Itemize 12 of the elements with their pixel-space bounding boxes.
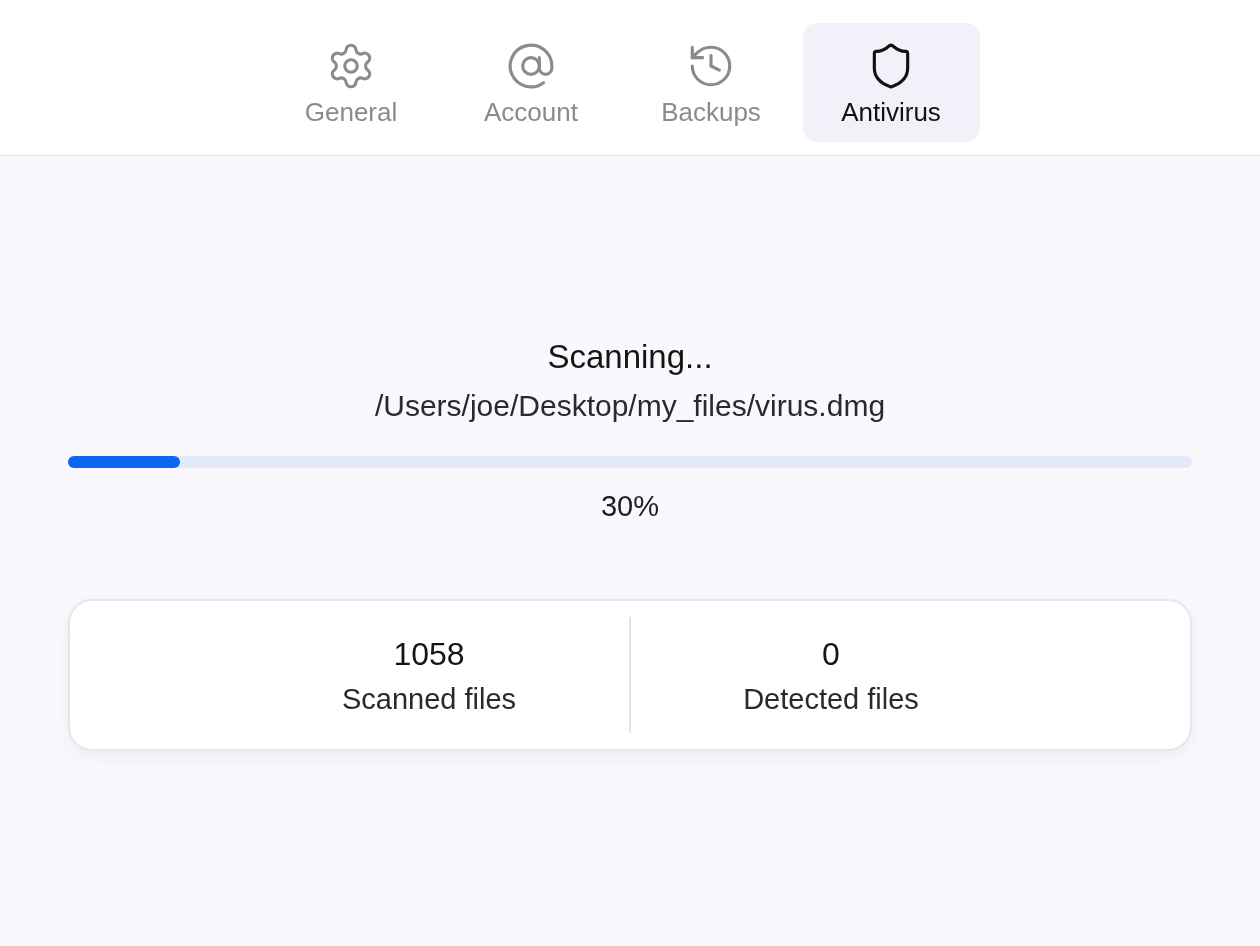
settings-tab[interactable]: Account: [442, 23, 620, 142]
stat-label: Detected files: [743, 683, 919, 715]
stat-value: 0: [822, 635, 840, 673]
settings-tab[interactable]: Backups: [622, 23, 800, 142]
at-sign-icon: [506, 41, 556, 91]
settings-tab[interactable]: Antivirus: [802, 23, 980, 142]
stat-value: 1058: [393, 635, 465, 673]
scanned-file-path: /Users/joe/Desktop/my_files/virus.dmg: [374, 390, 886, 422]
stat-label: Scanned files: [341, 683, 517, 715]
scan-status-title: Scanning...: [547, 339, 713, 375]
settings-tab[interactable]: General: [262, 23, 440, 142]
progress-percentage: 30%: [600, 490, 659, 522]
